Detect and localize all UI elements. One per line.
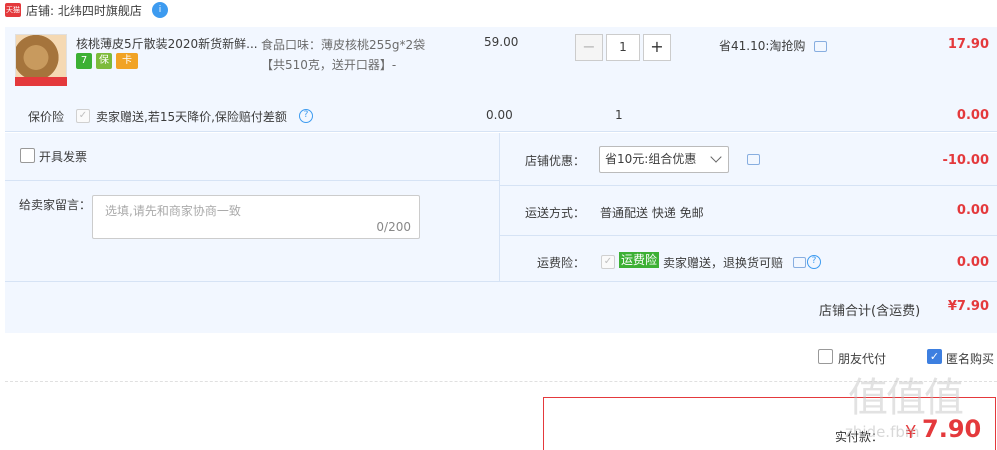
thumbnail-tag	[15, 77, 67, 86]
store-total-row: 店铺合计(含运费) ¥7.90	[5, 285, 997, 332]
freight-insurance-amount: 0.00	[956, 255, 989, 270]
watermark-site: zhide.fbm	[845, 423, 920, 441]
freight-insurance-desc: 卖家赠送，退换货可赔	[663, 256, 784, 270]
column-divider	[499, 133, 500, 281]
promotion-text: 省41.10:淘抢购	[719, 39, 806, 53]
sku-line-2: 【共510克，送开口器】-	[261, 58, 397, 72]
quantity-increase-button[interactable]: +	[643, 34, 671, 61]
row-divider	[499, 235, 997, 236]
shipping-label: 运送方式：	[524, 206, 585, 220]
insurance-price: 0.00	[486, 108, 513, 122]
sku-line-1: 食品口味：薄皮核桃255g*2袋	[261, 38, 426, 52]
comment-icon[interactable]	[814, 41, 827, 52]
insurance-description: 卖家赠送,若15天降价,保险赔付差额	[96, 110, 287, 124]
comment-icon[interactable]	[747, 154, 760, 165]
shipping-amount: 0.00	[956, 203, 989, 218]
discount-select[interactable]: 省10元:组合优惠	[599, 146, 729, 173]
friend-pay-checkbox[interactable]	[818, 349, 833, 364]
unit-price: 59.00	[484, 35, 519, 49]
freight-insurance-checkbox: ✓	[601, 255, 615, 269]
shipping-method: 普通配送 快递 免邮	[600, 206, 704, 220]
chevron-down-icon	[710, 151, 722, 163]
guarantee-icon: 保	[96, 53, 112, 69]
discount-label: 店铺优惠：	[524, 154, 585, 168]
memo-char-count: 0/200	[376, 220, 411, 234]
shop-name-link[interactable]: 店铺: 北纬四时旗舰店	[26, 2, 142, 19]
watermark-logo: 值值值	[848, 375, 964, 421]
row-divider	[5, 281, 997, 282]
chat-seller-icon[interactable]: i	[152, 2, 168, 18]
item-subtotal: 17.90	[947, 37, 989, 52]
invoice-label: 开具发票	[39, 150, 88, 164]
anonymous-checkbox[interactable]: ✓	[927, 349, 942, 364]
discount-selected-value: 省10元:组合优惠	[605, 152, 697, 166]
store-total-label: 店铺合计(含运费)	[819, 304, 921, 319]
quantity-input[interactable]: 1	[606, 34, 640, 61]
tmall-icon: 天猫	[5, 3, 21, 17]
insurance-help-icon[interactable]: ?	[299, 109, 313, 123]
product-title-link[interactable]: 核桃薄皮5斤散装2020新货新鲜...	[76, 35, 258, 52]
insurance-checkbox: ✓	[76, 109, 90, 123]
insurance-qty: 1	[615, 108, 623, 122]
row-divider	[5, 180, 499, 181]
freight-insurance-tag: 运费险	[619, 252, 660, 268]
cart-item: 核桃薄皮5斤散装2020新货新鲜... 7 保 卡 食品口味：薄皮核桃255g*…	[5, 27, 997, 132]
insurance-label: 保价险	[28, 110, 65, 124]
shop-header: 天猫 店铺: 北纬四时旗舰店 i	[0, 0, 997, 22]
order-confirm-page: 天猫 店铺: 北纬四时旗舰店 i 核桃薄皮5斤散装2020新货新鲜... 7 保…	[0, 0, 997, 450]
seven-day-return-icon: 7	[76, 53, 92, 69]
memo-placeholder: 选填,请先和商家协商一致	[105, 204, 241, 218]
row-divider	[499, 185, 997, 186]
memo-textarea[interactable]: 选填,请先和商家协商一致 0/200	[92, 195, 420, 239]
discount-amount: -10.00	[942, 153, 989, 168]
invoice-checkbox[interactable]	[20, 148, 35, 163]
memo-label: 给卖家留言：	[19, 198, 92, 212]
quantity-decrease-button[interactable]: −	[575, 34, 603, 61]
insurance-amount: 0.00	[956, 108, 989, 123]
card-payment-icon: 卡	[116, 53, 138, 69]
freight-help-icon[interactable]: ?	[807, 255, 821, 269]
store-total-amount: ¥7.90	[947, 299, 989, 314]
sku-info: 食品口味：薄皮核桃255g*2袋 【共510克，送开口器】-	[261, 35, 446, 75]
freight-insurance-label: 运费险：	[536, 256, 585, 270]
comment-icon[interactable]	[793, 257, 806, 268]
